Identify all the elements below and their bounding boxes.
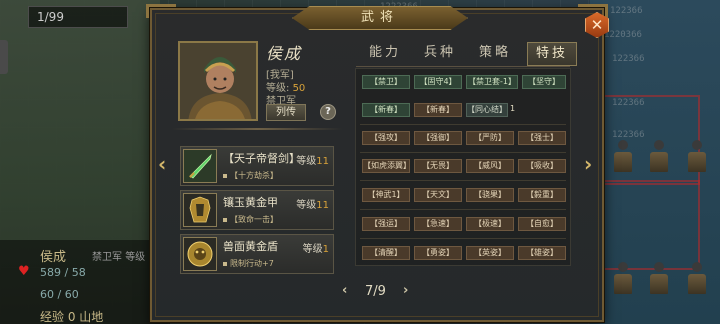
map-number: 122366 bbox=[612, 54, 645, 64]
skill-badge[interactable]: 【天文】 bbox=[414, 188, 462, 202]
skill-badge[interactable]: 【禁卫套-1】 bbox=[466, 75, 518, 89]
enemy-unit[interactable] bbox=[612, 262, 634, 296]
skill-badge[interactable]: 【同心结】 bbox=[466, 103, 508, 117]
unit-status-panel: 侯成 禁卫军 等级 ♥ 589 / 58 60 / 60 经验 0 山地 bbox=[0, 240, 170, 324]
skill-badge[interactable]: 【神武1】 bbox=[362, 188, 410, 202]
skill-divider bbox=[360, 152, 566, 153]
help-button[interactable]: ? bbox=[320, 104, 336, 120]
skill-badge[interactable]: 【毅重】 bbox=[518, 188, 566, 202]
map-number: 122366 bbox=[612, 98, 645, 108]
skill-badge[interactable]: 【勇姿】 bbox=[414, 246, 462, 260]
equipment-slot-armor[interactable]: 镶玉黄金甲 等级11 【致命一击】 bbox=[180, 190, 334, 230]
page-next-arrow[interactable]: › bbox=[403, 283, 408, 298]
skill-divider bbox=[360, 238, 566, 239]
equipment-desc: 限制行动+7 bbox=[223, 258, 274, 269]
equipment-slot-weapon[interactable]: 【天子帝督剑】 等级11 【十方劫杀】 bbox=[180, 146, 334, 186]
equipment-name: 兽面黄金盾 bbox=[223, 240, 278, 253]
shield-icon bbox=[183, 237, 217, 271]
skill-badge[interactable]: 【强士】 bbox=[518, 131, 566, 145]
skill-divider bbox=[360, 209, 566, 210]
skill-badge[interactable]: 【强运】 bbox=[362, 217, 410, 231]
skill-count: 1 bbox=[510, 104, 516, 113]
skill-badge[interactable]: 【强攻】 bbox=[362, 131, 410, 145]
armor-icon bbox=[183, 193, 217, 227]
corner-ornament bbox=[146, 4, 176, 18]
hero-name: 侯成 bbox=[266, 44, 303, 63]
enemy-unit[interactable] bbox=[648, 140, 670, 174]
section-divider bbox=[172, 128, 342, 130]
equipment-name: 【天子帝督剑】 bbox=[223, 152, 300, 165]
skill-badge[interactable]: 【禁卫】 bbox=[362, 75, 410, 89]
enemy-unit[interactable] bbox=[612, 140, 634, 174]
skill-badge[interactable]: 【骁果】 bbox=[466, 188, 514, 202]
skill-badge[interactable]: 【如虎添翼】 bbox=[362, 159, 411, 173]
equipment-desc: 【十方劫杀】 bbox=[223, 170, 278, 181]
skill-badge[interactable]: 【英姿】 bbox=[466, 246, 514, 260]
biography-button[interactable]: 列传 bbox=[266, 104, 306, 121]
sword-icon bbox=[183, 149, 217, 183]
heart-icon: ♥ bbox=[18, 264, 30, 279]
hero-portrait bbox=[178, 41, 258, 121]
equipment-level: 等级1 bbox=[302, 244, 329, 255]
enemy-range-grid bbox=[600, 180, 700, 270]
map-number: 1220366 bbox=[604, 30, 642, 40]
equipment-slot-shield[interactable]: 兽面黄金盾 等级1 限制行动+7 bbox=[180, 234, 334, 274]
prev-hero-arrow[interactable]: ‹ bbox=[158, 152, 166, 176]
tab-underline bbox=[356, 66, 570, 67]
unit-troop: 禁卫军 等级 bbox=[92, 252, 146, 263]
skill-divider bbox=[360, 124, 566, 125]
skill-badge[interactable]: 【威风】 bbox=[466, 159, 514, 173]
skill-badge[interactable]: 【吸收】 bbox=[518, 159, 566, 173]
page-indicator: 7/9 bbox=[365, 284, 386, 299]
side-menu-handle[interactable] bbox=[0, 40, 8, 74]
unit-hp: 589 / 58 bbox=[40, 266, 86, 279]
dialog-title: 武将 bbox=[292, 6, 468, 30]
skill-badge[interactable]: 【极速】 bbox=[466, 217, 514, 231]
skill-badge[interactable]: 【固守4】 bbox=[414, 75, 462, 89]
tab-special-skills[interactable]: 特技 bbox=[527, 42, 577, 66]
skill-badge[interactable]: 【坚守】 bbox=[522, 75, 566, 89]
unit-name: 侯成 bbox=[40, 250, 67, 265]
skill-badge[interactable]: 【新春】 bbox=[414, 103, 462, 117]
skill-divider bbox=[360, 180, 566, 181]
enemy-unit[interactable] bbox=[648, 262, 670, 296]
unit-mp: 60 / 60 bbox=[40, 288, 79, 301]
map-number: 122366 bbox=[610, 6, 643, 16]
tab-ability[interactable]: 能力 bbox=[360, 42, 410, 66]
turn-counter: 1/99 bbox=[28, 6, 128, 28]
skill-badge[interactable]: 【雄姿】 bbox=[518, 246, 566, 260]
equipment-name: 镶玉黄金甲 bbox=[223, 196, 278, 209]
equipment-level: 等级11 bbox=[296, 200, 329, 211]
skill-badge[interactable]: 【自愈】 bbox=[518, 217, 566, 231]
enemy-unit[interactable] bbox=[686, 140, 708, 174]
skill-badge[interactable]: 【急速】 bbox=[414, 217, 462, 231]
map-number: 122366 bbox=[612, 130, 645, 140]
tab-troop-type[interactable]: 兵种 bbox=[415, 42, 465, 66]
skill-badge[interactable]: 【新春】 bbox=[362, 103, 410, 117]
skill-badge[interactable]: 【强御】 bbox=[414, 131, 462, 145]
tab-strategy[interactable]: 策略 bbox=[470, 42, 520, 66]
unit-exp: 经验 0 山地 bbox=[40, 310, 104, 324]
equipment-level: 等级11 bbox=[296, 156, 329, 167]
page-prev-arrow[interactable]: ‹ bbox=[342, 283, 347, 298]
equipment-desc: 【致命一击】 bbox=[223, 214, 278, 225]
skill-badge[interactable]: 【无畏】 bbox=[414, 159, 462, 173]
next-hero-arrow[interactable]: › bbox=[584, 152, 592, 176]
skill-badge[interactable]: 【清醒】 bbox=[362, 246, 410, 260]
skill-badge[interactable]: 【严防】 bbox=[466, 131, 514, 145]
enemy-unit[interactable] bbox=[686, 262, 708, 296]
